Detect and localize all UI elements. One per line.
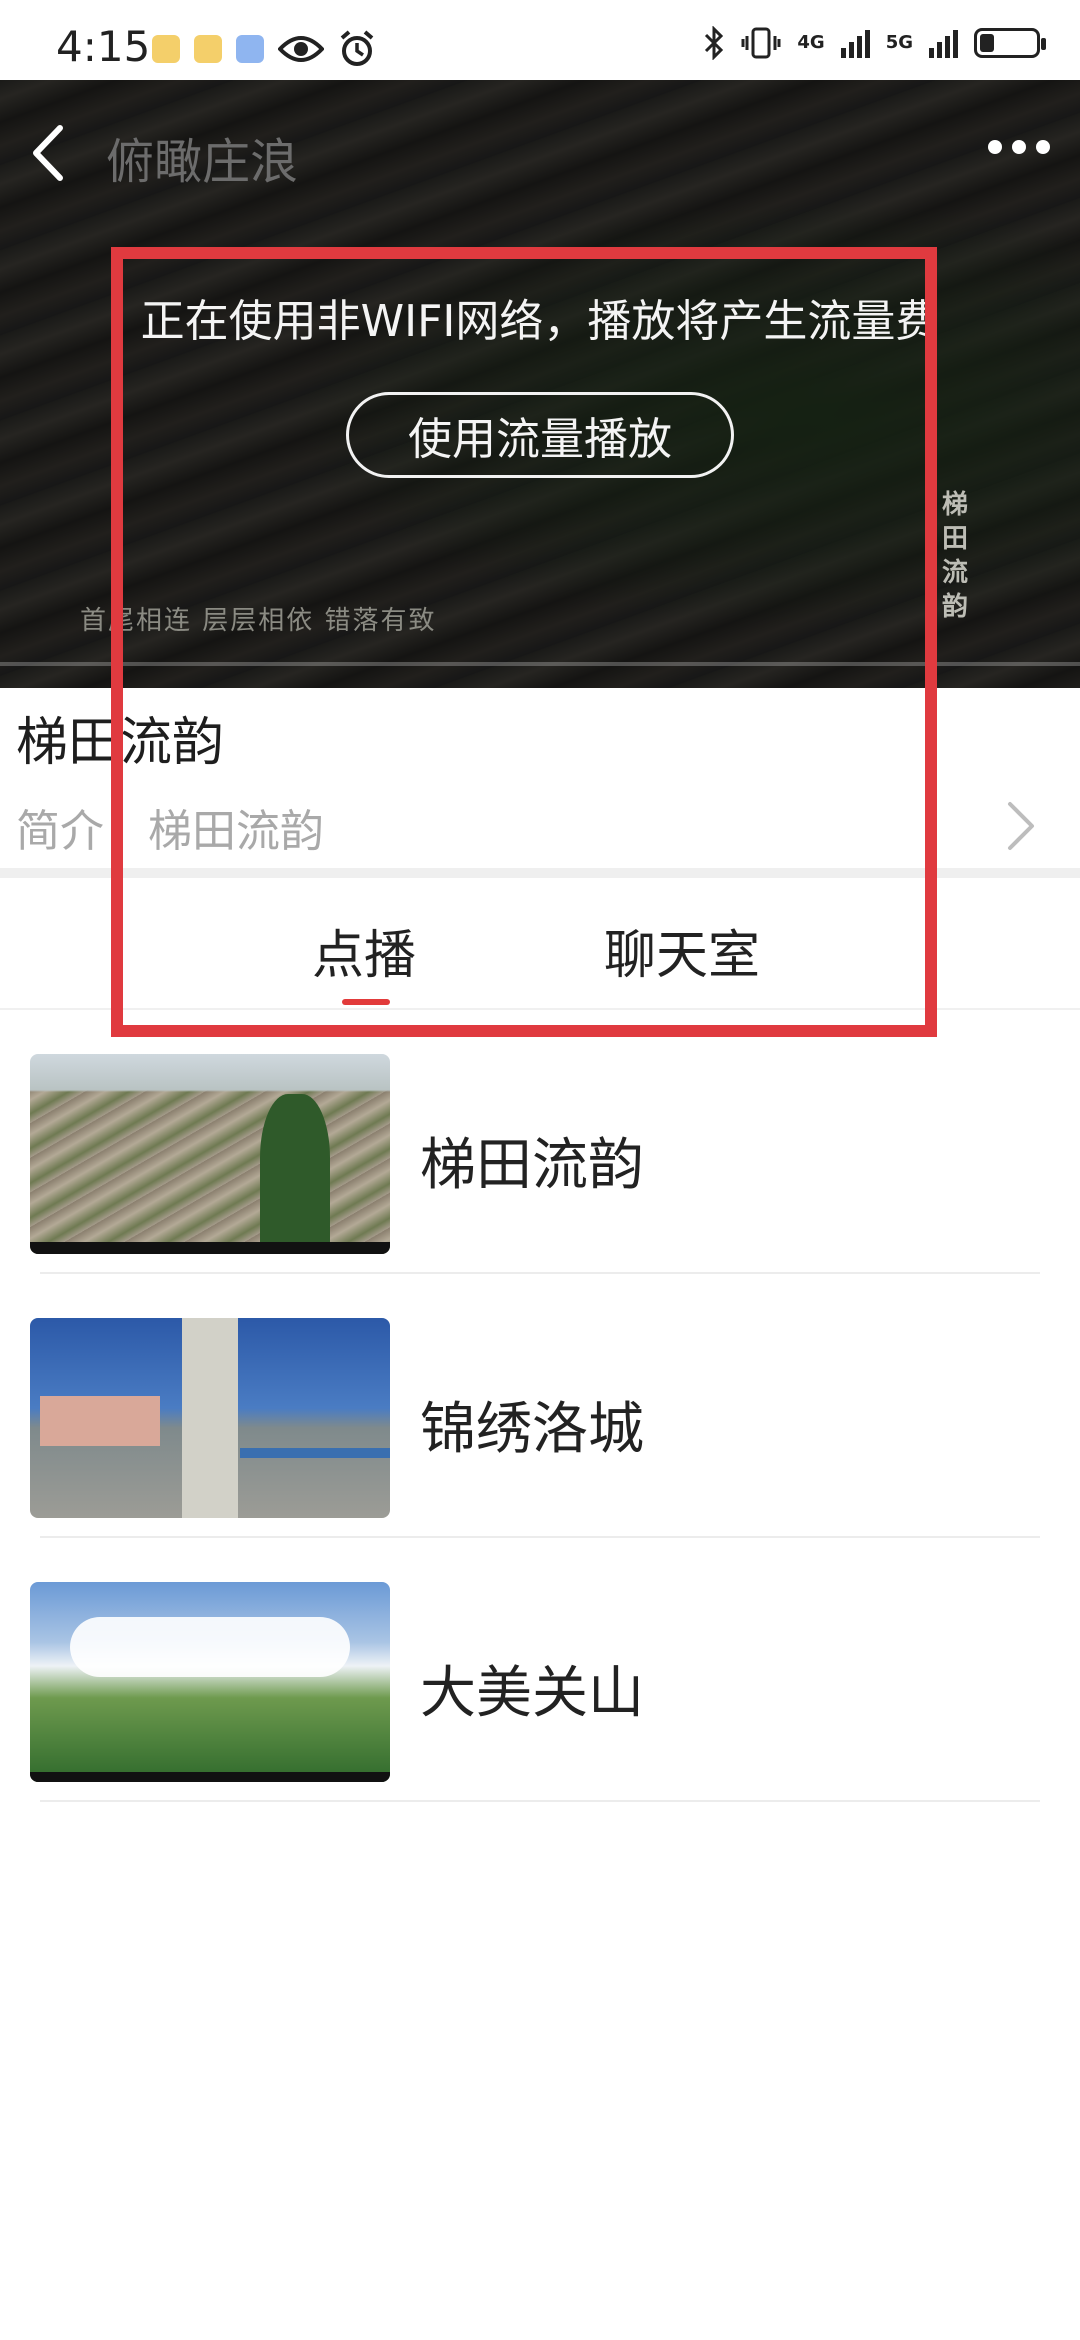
active-tab-indicator [342,999,390,1005]
bluetooth-icon [705,26,724,60]
video-progress-bar[interactable] [0,662,1080,666]
tab-on-demand[interactable]: 点播 [312,913,416,988]
video-player[interactable]: 俯瞰庄浪 正在使用非WIFI网络，播放将产生流量费 使用流量播放 首尾相连 层层… [0,80,1080,688]
intro-label: 简介： [16,806,148,857]
chevron-right-icon[interactable] [1000,798,1040,854]
more-options-icon[interactable] [988,140,1050,154]
show-title: 梯田流韵 [16,713,225,773]
intro-value: 梯田流韵 [148,806,324,857]
video-thumbnail[interactable] [30,1054,390,1254]
notification-icon [194,35,222,63]
video-item-title[interactable]: 梯田流韵 [420,1120,644,1201]
signal-icon [929,28,958,58]
video-list-item[interactable]: 锦绣洛城 [0,1274,1080,1538]
network-5g-label: 5G [885,32,913,53]
network-4g-label: 4G [797,32,825,53]
video-thumbnail[interactable] [30,1318,390,1518]
video-thumbnail[interactable] [30,1582,390,1782]
status-time: 4:15 [56,22,151,71]
status-left-icons [152,30,376,68]
mobile-data-warning: 正在使用非WIFI网络，播放将产生流量费 [140,296,940,347]
tab-chat-room[interactable]: 聊天室 [604,913,760,988]
video-caption: 首尾相连 层层相依 错落有致 [80,606,437,636]
section-separator [0,868,1080,878]
tab-bar: 点播 聊天室 [0,878,1080,1008]
alarm-icon [340,30,374,66]
status-bar: 4:15 4G 5G [0,0,1080,80]
video-title: 俯瞰庄浪 [106,134,299,190]
status-right-icons: 4G 5G [703,26,1046,60]
video-item-title[interactable]: 锦绣洛城 [420,1384,644,1465]
video-list-item[interactable]: 梯田流韵 [0,1010,1080,1274]
eye-icon [278,36,324,62]
battery-icon [974,28,1046,58]
show-intro[interactable]: 简介：梯田流韵 [16,795,324,859]
video-list-item[interactable]: 大美关山 [0,1538,1080,1802]
notification-icon [236,35,264,63]
back-arrow-icon[interactable] [20,118,80,188]
list-divider [40,1800,1040,1802]
signal-icon [840,28,870,58]
vibrate-icon [741,27,781,59]
video-vertical-caption: 梯田流韵 [941,490,968,622]
video-item-title[interactable]: 大美关山 [420,1648,644,1729]
notification-icon [152,35,180,63]
play-with-data-button[interactable]: 使用流量播放 [346,392,734,478]
